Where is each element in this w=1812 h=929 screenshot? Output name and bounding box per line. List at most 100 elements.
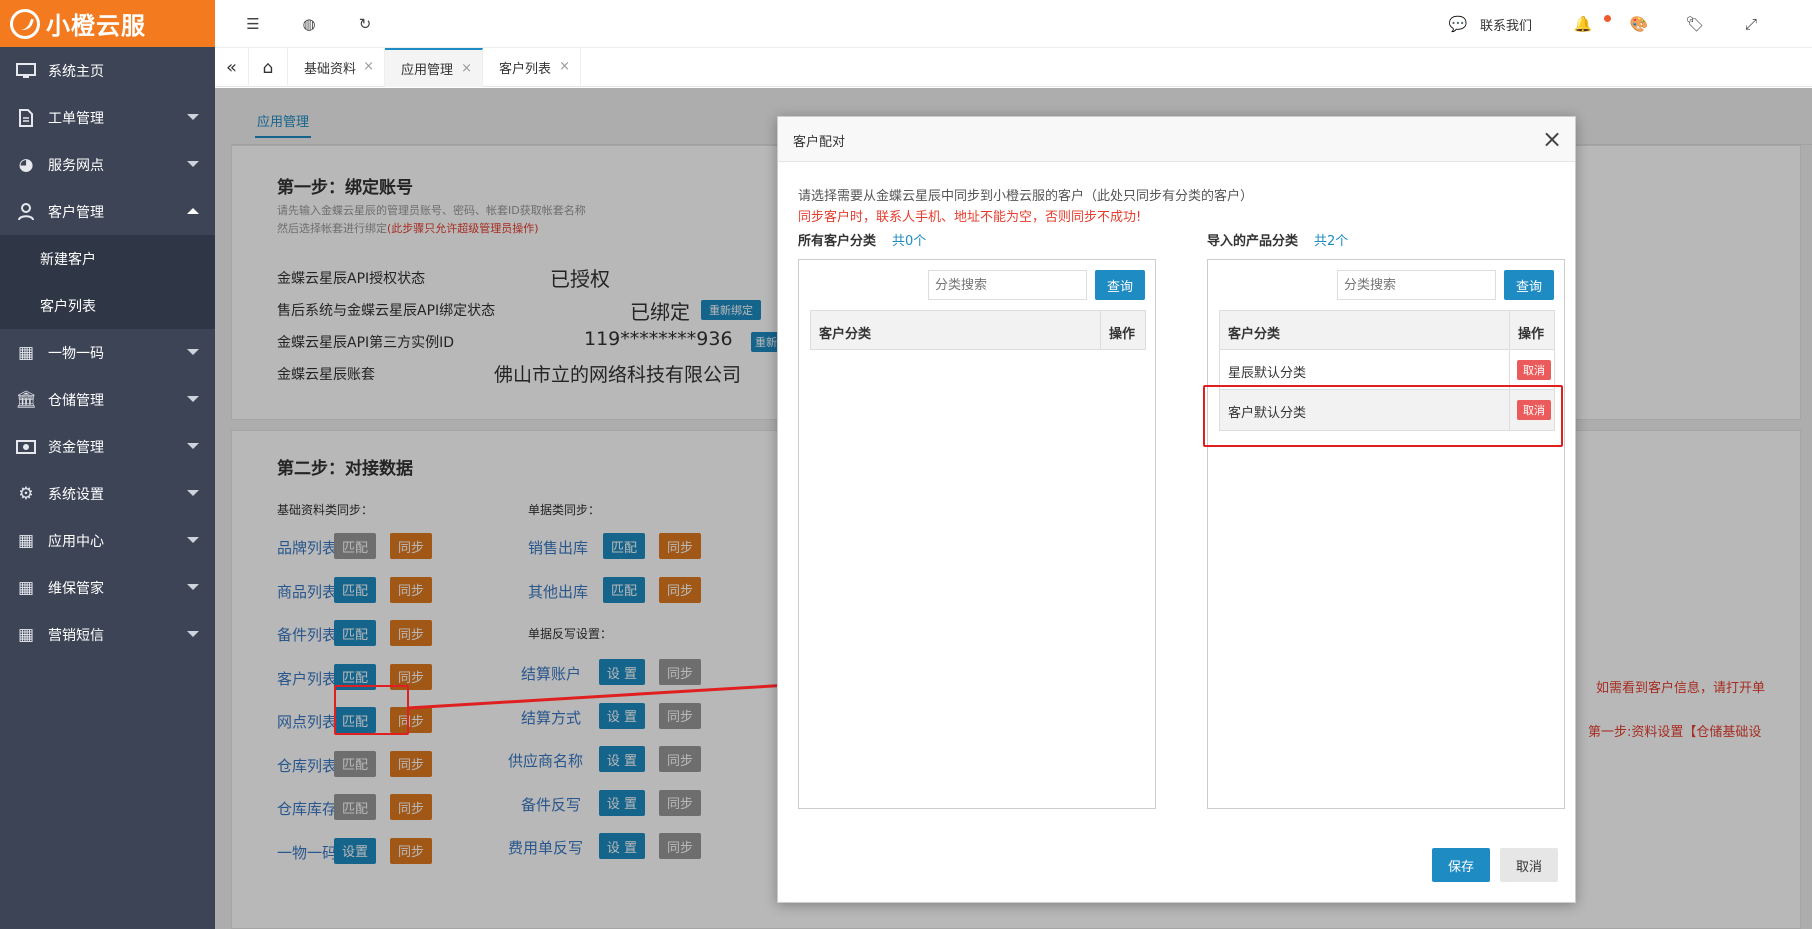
bell-icon[interactable]: 🔔 [1573, 14, 1593, 34]
sidebar-item-sms[interactable]: ▦ 营销短信 [0, 611, 215, 658]
palette-icon[interactable]: 🎨 [1629, 14, 1649, 34]
annotation-highlight-box [1203, 385, 1563, 447]
left-table-header: 客户分类 操作 [810, 310, 1146, 350]
globe-icon[interactable]: ◍ [299, 14, 319, 34]
tab-customer-list[interactable]: 客户列表 × [483, 48, 581, 87]
tab-app-management[interactable]: 应用管理 × [385, 48, 483, 87]
sidebar-item-label: 资金管理 [48, 439, 104, 456]
sidebar-item-warehouse[interactable]: 🏛 仓储管理 [0, 376, 215, 423]
sidebar-item-label: 客户管理 [48, 204, 104, 221]
menu-toggle-icon[interactable]: ☰ [243, 14, 263, 34]
close-icon[interactable]: × [559, 59, 570, 74]
sidebar-subitem-label: 客户列表 [40, 298, 96, 315]
right-query-button[interactable]: 查询 [1504, 270, 1554, 300]
close-icon[interactable]: × [363, 59, 374, 74]
left-panel-title: 所有客户分类 [798, 234, 877, 249]
chat-icon[interactable]: 💬 [1448, 14, 1468, 34]
chevron-down-icon [187, 349, 199, 355]
left-category-panel: 查询 客户分类 操作 [798, 259, 1156, 809]
grid-icon: ▦ [17, 624, 35, 645]
tab-bar: « ⌂ 基础资料 × 应用管理 × 客户列表 × [215, 48, 1812, 87]
remove-category-button[interactable]: 取消 [1517, 360, 1551, 380]
chevron-down-icon [187, 584, 199, 590]
gear-icon: ⚙ [18, 483, 34, 504]
right-panel-count: 共2个 [1314, 234, 1349, 249]
monitor-icon [14, 62, 38, 80]
left-panel-count: 共0个 [892, 234, 927, 249]
sidebar-item-outlets[interactable]: ◕ 服务网点 [0, 141, 215, 188]
sidebar-item-workorder[interactable]: 工单管理 [0, 94, 215, 141]
sidebar-item-settings[interactable]: ⚙ 系统设置 [0, 470, 215, 517]
sidebar-item-app-center[interactable]: ▦ 应用中心 [0, 517, 215, 564]
tag-icon[interactable]: 🏷 [1685, 14, 1705, 34]
chevron-down-icon [187, 161, 199, 167]
column-header: 客户分类 [1228, 327, 1281, 342]
column-divider [1509, 350, 1510, 390]
chevron-down-icon [187, 631, 199, 637]
top-bar: ☰ ◍ ↻ 💬 联系我们 🔔 🎨 🏷 ⤢ [215, 0, 1812, 48]
fullscreen-icon[interactable]: ⤢ [1741, 14, 1761, 34]
logo[interactable]: 小橙云服 [0, 0, 215, 47]
close-icon[interactable]: × [1542, 125, 1562, 153]
logo-text: 小橙云服 [46, 12, 146, 40]
grid-icon: ▦ [17, 342, 35, 363]
sidebar: 小橙云服 系统主页 工单管理 ◕ 服务网点 客户管理 新建客户 客户列表 ▦ 一… [0, 0, 215, 929]
chevron-up-icon [187, 208, 199, 214]
money-icon [14, 438, 38, 456]
user-icon [14, 202, 38, 221]
close-icon[interactable]: × [461, 61, 472, 76]
sidebar-item-maintenance[interactable]: ▦ 维保管家 [0, 564, 215, 611]
sidebar-item-label: 系统设置 [48, 486, 104, 503]
dialog-warning: 同步客户时，联系人手机、地址不能为空，否则同步不成功! [798, 210, 1142, 225]
sidebar-item-label: 工单管理 [48, 110, 104, 127]
refresh-icon[interactable]: ↻ [355, 14, 375, 34]
right-table-header: 客户分类 操作 [1220, 311, 1554, 350]
sidebar-item-one-code[interactable]: ▦ 一物一码 [0, 329, 215, 376]
left-search-input[interactable] [928, 270, 1087, 300]
tab-label: 应用管理 [401, 63, 454, 78]
cancel-button[interactable]: 取消 [1500, 848, 1558, 882]
save-button[interactable]: 保存 [1432, 848, 1490, 882]
chevron-down-icon [187, 443, 199, 449]
chevron-down-icon [187, 490, 199, 496]
table-row: 星辰默认分类 取消 [1220, 350, 1554, 390]
sidebar-item-label: 营销短信 [48, 627, 104, 644]
column-divider [1509, 311, 1510, 349]
sidebar-item-label: 应用中心 [48, 533, 104, 550]
notification-dot [1604, 15, 1611, 22]
tab-label: 客户列表 [499, 62, 552, 77]
customer-match-dialog: 客户配对 × 请选择需要从金蝶云星辰中同步到小橙云服的客户（此处只同步有分类的客… [777, 116, 1576, 903]
grid-icon: ▦ [17, 577, 35, 598]
sidebar-item-label: 系统主页 [48, 63, 104, 80]
sidebar-item-label: 服务网点 [48, 157, 104, 174]
home-icon[interactable]: ⌂ [249, 48, 288, 87]
column-divider [1100, 311, 1101, 349]
dialog-header: 客户配对 × [778, 117, 1575, 162]
sidebar-subitem-new-customer[interactable]: 新建客户 [0, 235, 215, 282]
right-panel-title: 导入的产品分类 [1207, 234, 1299, 249]
column-header: 操作 [1109, 327, 1136, 342]
sidebar-item-label: 维保管家 [48, 580, 104, 597]
left-query-button[interactable]: 查询 [1095, 270, 1145, 300]
sidebar-subitem-customer-list[interactable]: 客户列表 [0, 282, 215, 329]
dialog-title: 客户配对 [793, 135, 846, 150]
sidebar-item-label: 一物一码 [48, 345, 104, 362]
category-name: 星辰默认分类 [1228, 366, 1307, 381]
tab-label: 基础资料 [304, 62, 357, 77]
sidebar-item-home[interactable]: 系统主页 [0, 47, 215, 94]
chevron-down-icon [187, 396, 199, 402]
chevron-down-icon [187, 537, 199, 543]
chevron-down-icon [187, 114, 199, 120]
dialog-intro: 请选择需要从金蝶云星辰中同步到小橙云服的客户（此处只同步有分类的客户） [798, 189, 1254, 204]
sidebar-item-funds[interactable]: 资金管理 [0, 423, 215, 470]
grid-icon: ▦ [17, 530, 35, 551]
contact-link[interactable]: 联系我们 [1480, 15, 1532, 34]
right-search-input[interactable] [1337, 270, 1496, 300]
right-category-panel: 查询 客户分类 操作 星辰默认分类 取消 客户默认分类 取消 [1207, 259, 1565, 809]
sidebar-item-label: 仓储管理 [48, 392, 104, 409]
tab-basic-data[interactable]: 基础资料 × [288, 48, 385, 87]
tab-scroll-left-icon[interactable]: « [215, 48, 249, 87]
annotation-highlight-box [334, 685, 409, 735]
sidebar-item-customers[interactable]: 客户管理 [0, 188, 215, 235]
globe-icon: ◕ [18, 154, 34, 175]
